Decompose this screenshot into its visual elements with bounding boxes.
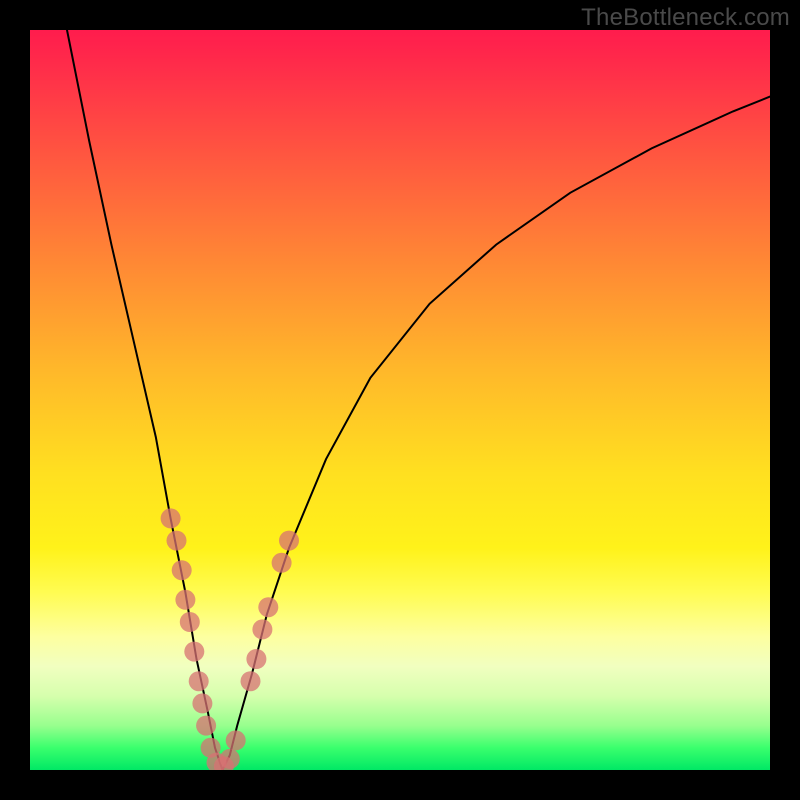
bottleneck-curve [67,30,770,770]
scatter-dot [220,749,240,769]
scatter-dot [241,671,261,691]
scatter-dot [175,590,195,610]
scatter-dot [189,671,209,691]
scatter-dot [192,693,212,713]
scatter-dot [167,531,187,551]
scatter-dot [226,730,246,750]
scatter-dot [272,553,292,573]
scatter-dot [279,531,299,551]
watermark-text: TheBottleneck.com [581,4,790,32]
scatter-dot [196,716,216,736]
scatter-dots [161,508,299,770]
scatter-dot [258,597,278,617]
plot-area [30,30,770,770]
scatter-dot [184,642,204,662]
scatter-dot [246,649,266,669]
chart-svg [30,30,770,770]
scatter-dot [172,560,192,580]
chart-frame: TheBottleneck.com [0,0,800,800]
scatter-dot [180,612,200,632]
scatter-dot [161,508,181,528]
scatter-dot [252,619,272,639]
